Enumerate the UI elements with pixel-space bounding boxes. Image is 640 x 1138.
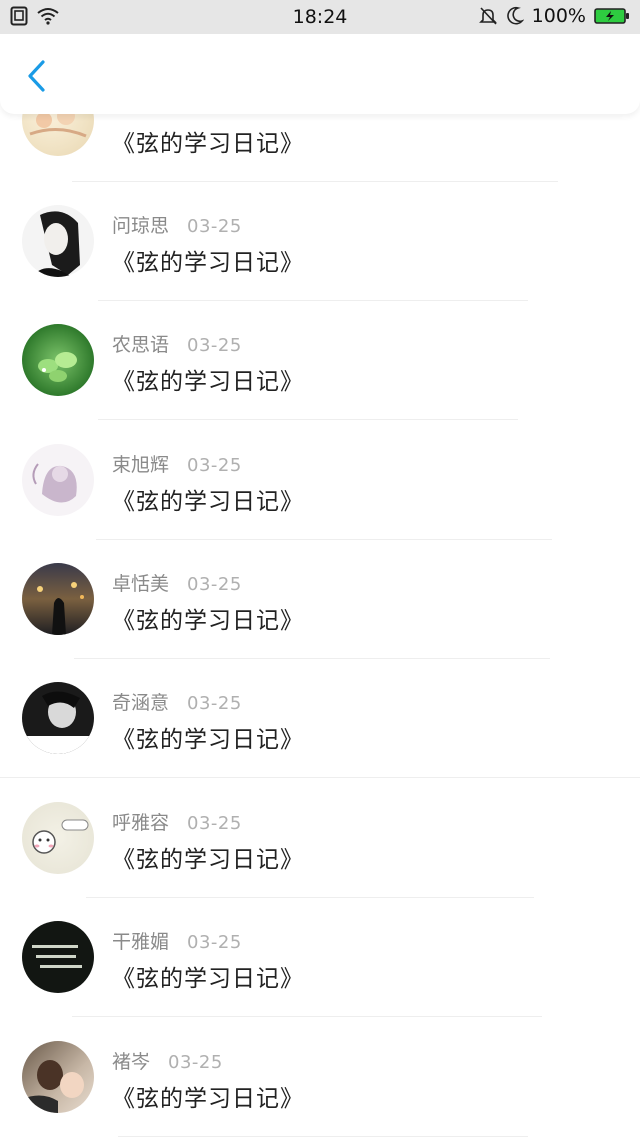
divider <box>72 181 558 182</box>
post-meta: 卓恬美 03-25 <box>112 569 242 596</box>
status-bar: 18:24 100% <box>0 0 640 34</box>
post-meta: 束旭辉 03-25 <box>112 450 242 477</box>
author-name: 干雅媚 <box>112 931 170 953</box>
list-item[interactable]: 问琼思 03-25 《弦的学习日记》 <box>0 183 640 303</box>
avatar <box>22 205 94 277</box>
post-meta: 呼雅容 03-25 <box>112 808 242 835</box>
avatar <box>22 802 94 874</box>
avatar-illustration <box>32 945 82 968</box>
avatar <box>22 324 94 396</box>
moon-icon <box>506 6 524 25</box>
post-meta: 问琼思 03-25 <box>112 211 242 238</box>
list-item[interactable]: 奇涵意 03-25 《弦的学习日记》 <box>0 660 640 780</box>
list-item[interactable]: 干雅媚 03-25 《弦的学习日记》 <box>0 899 640 1019</box>
post-date: 03-25 <box>187 216 242 237</box>
screen: 《弦的学习日记》 问琼思 03-25 《弦的学习日记》 农思语 03-25 《弦… <box>0 0 640 1138</box>
avatar <box>22 921 94 993</box>
avatar-illustration <box>32 819 89 854</box>
post-title: 《弦的学习日记》 <box>112 966 304 992</box>
post-date: 03-25 <box>187 813 242 834</box>
avatar <box>22 1041 94 1113</box>
post-title: 《弦的学习日记》 <box>112 608 304 634</box>
post-date: 03-25 <box>187 335 242 356</box>
list-item[interactable]: 卓恬美 03-25 《弦的学习日记》 <box>0 541 640 661</box>
post-title: 《弦的学习日记》 <box>112 1086 304 1112</box>
divider <box>98 419 518 420</box>
author-name: 褚岑 <box>112 1051 151 1073</box>
post-title: 《弦的学习日记》 <box>112 131 304 157</box>
post-meta: 农思语 03-25 <box>112 330 242 357</box>
battery-charging-icon <box>594 8 629 24</box>
divider <box>74 658 550 659</box>
mute-bell-icon <box>478 7 497 25</box>
divider <box>96 539 552 540</box>
avatar <box>22 563 94 635</box>
divider <box>72 1016 542 1017</box>
post-title: 《弦的学习日记》 <box>112 369 304 395</box>
author-name: 束旭辉 <box>112 454 170 476</box>
divider <box>118 1136 528 1137</box>
author-name: 农思语 <box>112 334 170 356</box>
list-item[interactable]: 呼雅容 03-25 《弦的学习日记》 <box>0 780 640 900</box>
post-date: 03-25 <box>187 693 242 714</box>
avatar-illustration <box>22 691 94 754</box>
list-item[interactable]: 束旭辉 03-25 《弦的学习日记》 <box>0 422 640 542</box>
list-item[interactable]: 农思语 03-25 《弦的学习日记》 <box>0 302 640 422</box>
post-date: 03-25 <box>187 455 242 476</box>
avatar <box>22 444 94 516</box>
author-name: 卓恬美 <box>112 573 170 595</box>
avatar <box>22 682 94 754</box>
avatar-illustration <box>22 1060 84 1113</box>
back-button[interactable] <box>18 56 54 96</box>
list-item[interactable]: 褚岑 03-25 《弦的学习日记》 <box>0 1019 640 1138</box>
battery-percent: 100% <box>531 5 586 27</box>
nav-header <box>0 34 640 114</box>
divider <box>98 300 528 301</box>
status-right: 100% <box>478 5 630 27</box>
author-name: 奇涵意 <box>112 692 170 714</box>
post-title: 《弦的学习日记》 <box>112 847 304 873</box>
divider <box>0 777 640 778</box>
avatar-illustration <box>38 352 77 382</box>
post-meta: 褚岑 03-25 <box>112 1047 223 1074</box>
author-name: 呼雅容 <box>112 812 170 834</box>
post-date: 03-25 <box>168 1052 223 1073</box>
post-title: 《弦的学习日记》 <box>112 727 304 753</box>
avatar-illustration <box>37 582 84 635</box>
post-title: 《弦的学习日记》 <box>112 250 304 276</box>
divider <box>86 897 534 898</box>
author-name: 问琼思 <box>112 215 170 237</box>
post-date: 03-25 <box>187 574 242 595</box>
post-meta: 奇涵意 03-25 <box>112 688 242 715</box>
post-title: 《弦的学习日记》 <box>112 489 304 515</box>
chevron-left-icon <box>28 60 45 92</box>
avatar-illustration <box>32 463 77 503</box>
avatar-illustration <box>32 211 80 277</box>
post-meta: 干雅媚 03-25 <box>112 927 242 954</box>
post-date: 03-25 <box>187 932 242 953</box>
